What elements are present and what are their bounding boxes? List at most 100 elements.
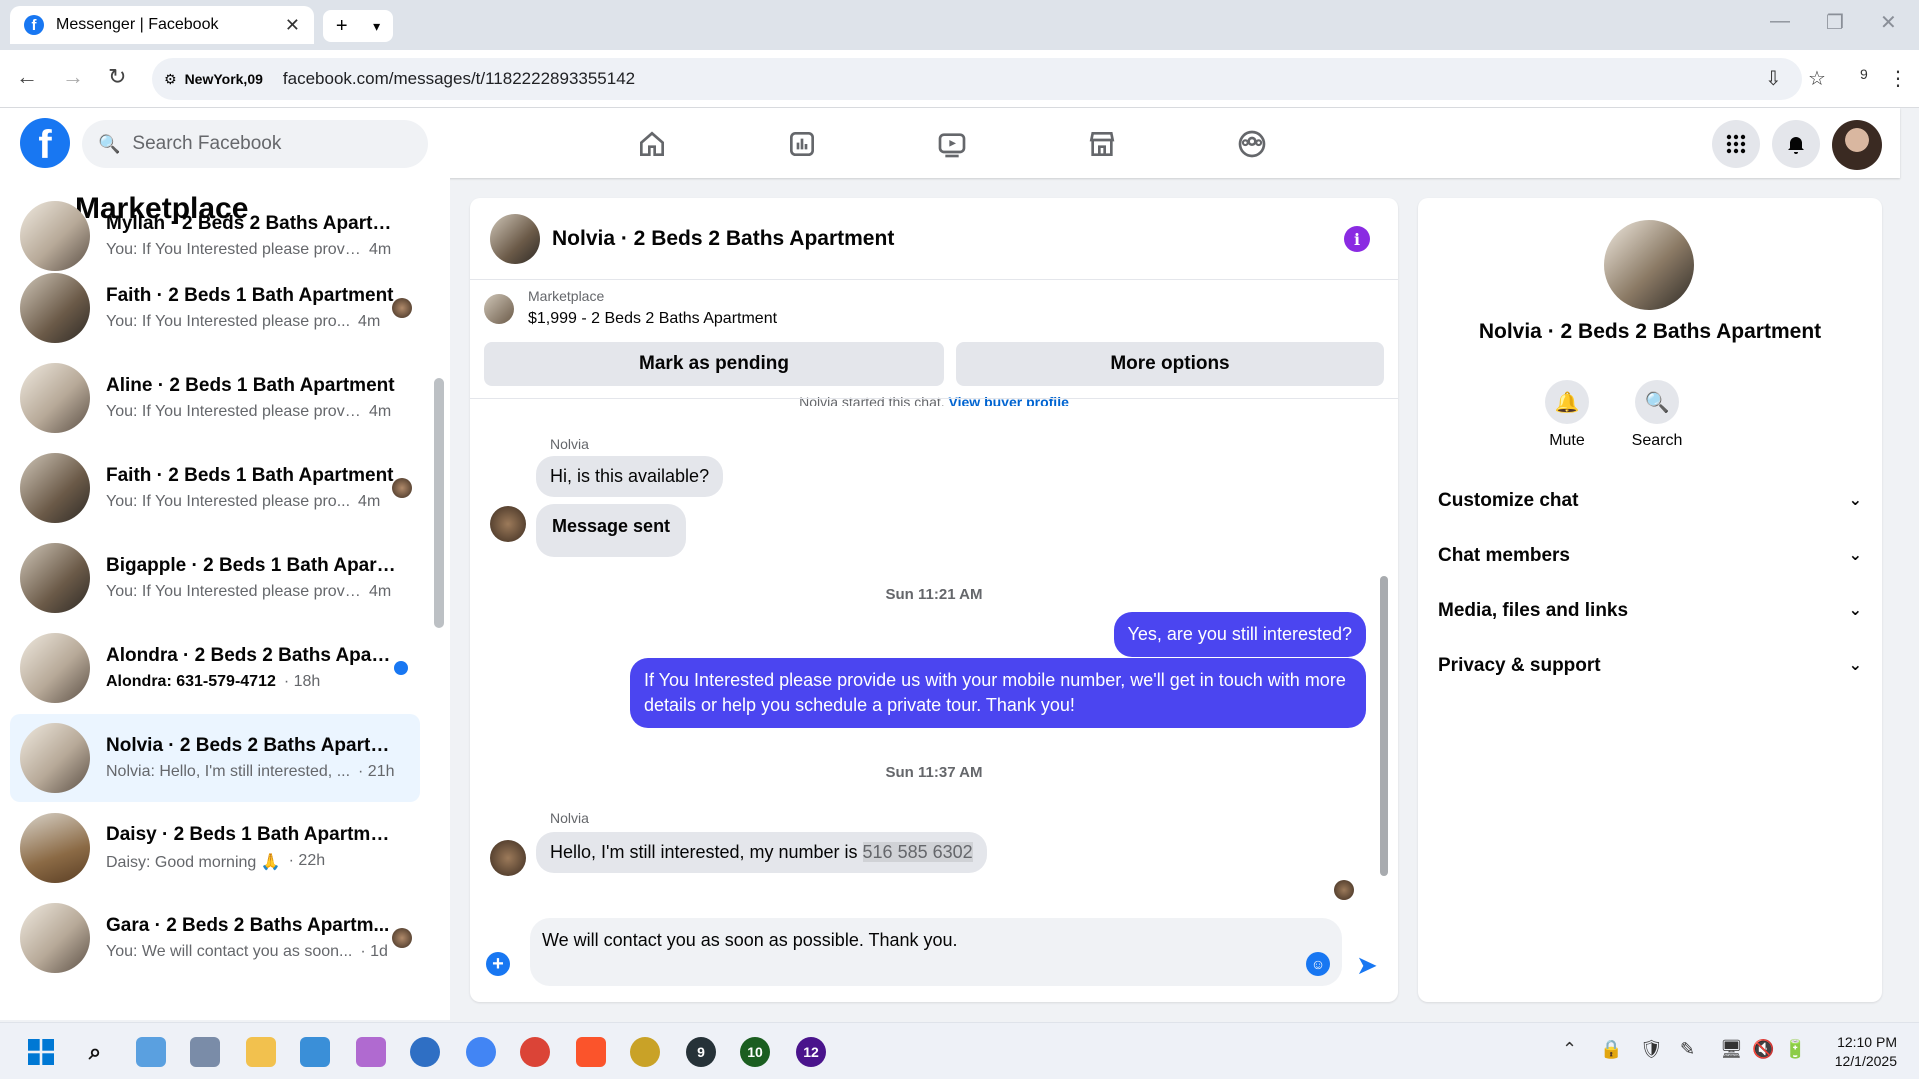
plus-icon[interactable]: +	[486, 952, 510, 976]
privacy-support-section[interactable]: Privacy & support ⌄	[1438, 655, 1862, 677]
bookmark-star-icon[interactable]: ☆	[1808, 66, 1826, 91]
minimize-icon[interactable]: —	[1770, 10, 1790, 33]
windows-start-icon[interactable]	[26, 1037, 56, 1067]
mark-as-pending-button[interactable]: Mark as pending	[484, 342, 944, 386]
more-options-button[interactable]: More options	[956, 342, 1384, 386]
marketplace-nav-icon[interactable]	[1072, 122, 1132, 166]
conversation-name: Myllah · 2 Beds 2 Baths Apartme...	[106, 213, 396, 234]
tray-chevron-icon[interactable]: ⌃	[1562, 1039, 1577, 1060]
forward-arrow-icon[interactable]: →	[62, 64, 84, 90]
sender-avatar[interactable]	[490, 506, 526, 542]
tray-lock-icon[interactable]: 🔒	[1600, 1039, 1622, 1060]
outgoing-message[interactable]: Yes, are you still interested?	[1113, 612, 1366, 657]
app-icon[interactable]	[300, 1037, 330, 1067]
brave-icon[interactable]	[576, 1037, 606, 1067]
conversation-item[interactable]: Daisy · 2 Beds 1 Bath Apartment Daisy: G…	[10, 804, 420, 892]
sidebar-scrollbar[interactable]	[434, 378, 444, 628]
home-nav-icon[interactable]	[622, 122, 682, 166]
browser-menu-icon[interactable]: ⋮	[1888, 66, 1908, 91]
send-icon[interactable]: ➤	[1356, 950, 1378, 981]
globe-icon[interactable]	[410, 1037, 440, 1067]
search-icon[interactable]: ⌕	[80, 1037, 110, 1067]
back-arrow-icon[interactable]: ←	[16, 64, 38, 90]
incoming-message[interactable]: Hi, is this available?	[536, 456, 724, 497]
task-view-icon[interactable]	[136, 1037, 166, 1067]
section-label: Chat members	[1438, 545, 1570, 566]
marketplace-listing[interactable]: Marketplace $1,999 - 2 Beds 2 Baths Apar…	[484, 288, 777, 328]
browser-tab[interactable]: f Messenger | Facebook ✕	[10, 6, 314, 44]
search-button[interactable]: 🔍 Search	[1612, 380, 1702, 450]
sender-avatar[interactable]	[490, 840, 526, 876]
security-shield-icon[interactable]: 🛡	[1640, 1039, 1663, 1060]
pen-icon[interactable]: ✎	[1680, 1039, 1695, 1060]
conversation-item[interactable]: Faith · 2 Beds 1 Bath Apartment You: If …	[10, 444, 420, 532]
chrome-icon[interactable]	[520, 1037, 550, 1067]
system-clock[interactable]: 12:10 PM 12/1/2025	[1835, 1033, 1897, 1071]
chevron-down-icon: ⌄	[1848, 657, 1862, 674]
section-label: Media, files and links	[1438, 600, 1629, 621]
chat-members-section[interactable]: Chat members ⌄	[1438, 545, 1862, 567]
emoji-icon[interactable]: ☺	[1306, 952, 1330, 976]
app-icon[interactable]	[630, 1037, 660, 1067]
chat-avatar[interactable]	[490, 213, 540, 264]
restore-icon[interactable]: ❐	[1826, 10, 1844, 35]
tab-title: Messenger | Facebook	[56, 16, 219, 33]
conversation-name: Bigapple · 2 Beds 1 Bath Apartm...	[106, 555, 396, 576]
app-icon[interactable]	[356, 1037, 386, 1067]
groups-nav-icon[interactable]	[1222, 122, 1282, 166]
file-explorer-icon[interactable]	[246, 1037, 276, 1067]
incoming-message[interactable]: Hello, I'm still interested, my number i…	[536, 832, 987, 873]
window-close-icon[interactable]: ✕	[1880, 10, 1897, 35]
network-icon[interactable]: 🖥	[1720, 1039, 1743, 1060]
chat-scrollbar[interactable]	[1380, 576, 1388, 876]
listing-thumbnail	[20, 723, 90, 793]
profile-avatar[interactable]	[1832, 120, 1882, 170]
menu-grid-icon[interactable]	[1712, 120, 1760, 168]
video-nav-icon[interactable]	[922, 122, 982, 166]
address-bar[interactable]: ⚙ NewYork,09 facebook.com/messages/t/118…	[152, 58, 1802, 100]
new-tab-icon[interactable]: +	[336, 15, 348, 38]
view-buyer-profile-link[interactable]: View buyer profile	[949, 394, 1069, 406]
feeds-nav-icon[interactable]	[772, 122, 832, 166]
conversation-item[interactable]: Faith · 2 Beds 1 Bath Apartment You: If …	[10, 264, 420, 352]
extension-badge[interactable]: 9	[1860, 66, 1868, 82]
install-app-icon[interactable]: ⇩	[1765, 66, 1782, 91]
conversation-name: Nolvia · 2 Beds 2 Baths Apartment	[106, 735, 396, 756]
conversation-item[interactable]: Gara · 2 Beds 2 Baths Apartm... You: We …	[10, 894, 420, 982]
notifications-bell-icon[interactable]	[1772, 120, 1820, 168]
conversation-item[interactable]: Bigapple · 2 Beds 1 Bath Apartm... You: …	[10, 534, 420, 622]
conversation-time: 4m	[358, 493, 381, 510]
listing-avatar[interactable]	[1604, 220, 1694, 310]
app-badge-icon[interactable]: 10	[740, 1037, 770, 1067]
chrome-icon[interactable]	[466, 1037, 496, 1067]
tab-list-chevron-icon[interactable]: ▾	[373, 18, 380, 35]
media-files-links-section[interactable]: Media, files and links ⌄	[1438, 600, 1862, 622]
mute-button[interactable]: 🔔 Mute	[1522, 380, 1612, 450]
conversation-item[interactable]: Aline · 2 Beds 1 Bath Apartment You: If …	[10, 354, 420, 442]
volume-muted-icon[interactable]: 🔇	[1752, 1039, 1774, 1060]
close-tab-icon[interactable]: ✕	[285, 15, 300, 36]
customize-chat-section[interactable]: Customize chat ⌄	[1438, 490, 1862, 512]
sender-name: Nolvia	[550, 436, 589, 452]
chevron-down-icon: ⌄	[1848, 492, 1862, 509]
conversation-item-active[interactable]: Nolvia · 2 Beds 2 Baths Apartment Nolvia…	[10, 714, 420, 802]
message-composer-input[interactable]: We will contact you as soon as possible.…	[530, 918, 1342, 986]
message-text: Hello, I'm still interested, my number i…	[550, 842, 863, 862]
app-badge-icon[interactable]: 9	[686, 1037, 716, 1067]
search-facebook-input[interactable]: 🔍 Search Facebook	[82, 120, 428, 168]
conversation-item[interactable]: Alondra · 2 Beds 2 Baths Apart... Alondr…	[10, 624, 420, 712]
phone-number-highlight[interactable]: 516 585 6302	[862, 842, 973, 862]
chat-title[interactable]: Nolvia · 2 Beds 2 Baths Apartment	[552, 227, 894, 251]
unread-dot	[394, 661, 408, 675]
battery-icon[interactable]: 🔋	[1784, 1039, 1806, 1060]
info-icon[interactable]: i	[1344, 226, 1370, 252]
listing-thumbnail	[20, 363, 90, 433]
site-info-chip[interactable]: ⚙ NewYork,09	[164, 71, 263, 88]
listing-thumbnail	[20, 633, 90, 703]
app-badge-icon[interactable]: 12	[796, 1037, 826, 1067]
incoming-message[interactable]: Message sent	[536, 504, 687, 557]
app-icon[interactable]	[190, 1037, 220, 1067]
reload-icon[interactable]: ↻	[108, 64, 126, 90]
outgoing-message[interactable]: If You Interested please provide us with…	[630, 658, 1366, 728]
facebook-logo-icon[interactable]: f	[20, 118, 70, 168]
